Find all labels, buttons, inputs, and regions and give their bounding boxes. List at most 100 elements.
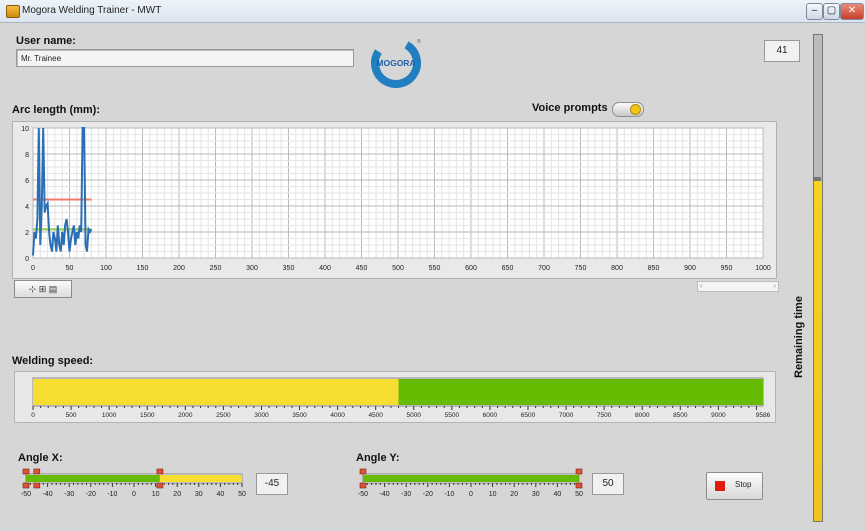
x-tick-label: 100 — [100, 265, 112, 272]
angle-x-label: Angle X: — [18, 452, 63, 464]
y-tick-label: 4 — [25, 204, 29, 211]
scroll-left-arrow[interactable]: ‹ — [700, 282, 702, 291]
speed-tick-label: 1500 — [140, 412, 155, 419]
speed-tick-label: 5000 — [407, 412, 422, 419]
angle-tick-label: 50 — [238, 491, 246, 498]
remaining-time-label-wrap: Remaining time — [792, 272, 806, 402]
angle-tick-label: -10 — [107, 491, 117, 498]
y-tick-label: 8 — [25, 152, 29, 159]
angle-y-label: Angle Y: — [356, 452, 400, 464]
y-tick-label: 10 — [21, 126, 29, 133]
x-tick-label: 550 — [429, 265, 441, 272]
speed-segment — [33, 379, 399, 405]
angle-tick-label: -40 — [380, 491, 390, 498]
angle-tick-label: -40 — [43, 491, 53, 498]
app-icon — [6, 5, 20, 18]
voice-prompts-label: Voice prompts — [532, 102, 608, 114]
angle-tick-label: -10 — [444, 491, 454, 498]
angle-marker — [359, 482, 367, 489]
angle-x-value: -45 — [256, 473, 288, 495]
angle-marker — [156, 468, 164, 475]
angle-marker — [359, 468, 367, 475]
maximize-button[interactable]: ▢ — [823, 3, 840, 20]
close-button[interactable]: ✕ — [840, 3, 864, 20]
angle-tick-label: -50 — [21, 491, 31, 498]
x-tick-label: 200 — [173, 265, 185, 272]
voice-prompts-toggle[interactable] — [612, 102, 644, 117]
welding-speed-label: Welding speed: — [12, 355, 94, 367]
speed-tick-label: 4500 — [368, 412, 383, 419]
x-tick-label: 800 — [611, 265, 623, 272]
speed-tick-label: 1000 — [102, 412, 117, 419]
x-tick-label: 300 — [246, 265, 258, 272]
angle-tick-label: -20 — [423, 491, 433, 498]
speed-tick-label: 7500 — [597, 412, 612, 419]
x-tick-label: 350 — [283, 265, 295, 272]
remaining-time-handle — [813, 176, 821, 181]
speed-tick-label: 8000 — [635, 412, 650, 419]
angle-marker — [575, 482, 583, 489]
speed-tick-label: 3500 — [292, 412, 307, 419]
x-tick-label: 950 — [721, 265, 733, 272]
speed-segment — [398, 379, 763, 405]
graph-palette-button[interactable]: ⊹ ⊞ ▤ — [14, 280, 72, 298]
x-tick-label: 50 — [66, 265, 74, 272]
user-name-field[interactable]: Mr. Trainee — [16, 49, 354, 67]
y-tick-label: 6 — [25, 178, 29, 185]
angle-segment — [26, 475, 160, 482]
angle-marker — [22, 482, 30, 489]
x-tick-label: 1000 — [755, 265, 771, 272]
speed-tick-label: 3000 — [254, 412, 269, 419]
speed-tick-label: 4000 — [330, 412, 345, 419]
mogora-logo: MOGORA ® — [370, 36, 422, 88]
remaining-time-fill — [814, 180, 822, 521]
angle-tick-label: -30 — [64, 491, 74, 498]
angle-marker — [575, 468, 583, 475]
angle-marker — [33, 468, 41, 475]
x-tick-label: 750 — [575, 265, 587, 272]
speed-tick-label: 5500 — [445, 412, 460, 419]
angle-tick-label: 50 — [575, 491, 583, 498]
speed-tick-label: 7000 — [559, 412, 574, 419]
welding-speed-bar: 0 500 1000 1500 2000 2500 3000 3500 4000 4500 5000… — [31, 377, 771, 419]
counter-indicator: 41 — [764, 40, 800, 62]
chart-scrollbar[interactable]: ‹ › — [697, 281, 779, 292]
x-tick-label: 850 — [648, 265, 660, 272]
title-bar: Mogora Welding Trainer - MWT – ▢ ✕ — [0, 0, 865, 23]
angle-tick-label: 30 — [532, 491, 540, 498]
angle-x-slider[interactable]: -50 -40 -30 -20 -10 0 10 20 30 40 50 — [18, 465, 254, 501]
remaining-time-label: Remaining time — [793, 296, 805, 378]
angle-tick-label: 40 — [554, 491, 562, 498]
speed-tick-label: 2000 — [178, 412, 193, 419]
x-tick-label: 150 — [137, 265, 149, 272]
y-tick-label: 2 — [25, 230, 29, 237]
angle-y-value: 50 — [592, 473, 624, 495]
angle-segment — [363, 475, 579, 482]
speed-tick-label: 9000 — [711, 412, 726, 419]
x-tick-label: 450 — [356, 265, 368, 272]
angle-tick-label: -50 — [358, 491, 368, 498]
minimize-button[interactable]: – — [806, 3, 823, 20]
speed-tick-label: 8500 — [673, 412, 688, 419]
angle-tick-label: 10 — [489, 491, 497, 498]
speed-tick-label: 6000 — [483, 412, 498, 419]
angle-marker — [156, 482, 164, 489]
speed-tick-label: 2500 — [216, 412, 231, 419]
angle-tick-label: 20 — [173, 491, 181, 498]
speed-tick-label: 6500 — [521, 412, 536, 419]
svg-text:®: ® — [417, 38, 421, 45]
angle-tick-label: -30 — [401, 491, 411, 498]
window-title: Mogora Welding Trainer - MWT — [22, 5, 162, 16]
scroll-right-arrow[interactable]: › — [774, 282, 776, 291]
logo-text: MOGORA — [376, 58, 415, 68]
x-tick-label: 0 — [31, 265, 35, 272]
arc-length-plot: 0 50 100 150 200 250 300 350 400 450 500 550 600 650 7… — [21, 126, 771, 272]
stop-button[interactable]: Stop — [706, 472, 763, 500]
x-tick-label: 600 — [465, 265, 477, 272]
angle-tick-label: 0 — [469, 491, 473, 498]
x-tick-label: 650 — [502, 265, 514, 272]
angle-y-slider[interactable]: -50 -40 -30 -20 -10 0 10 20 30 40 50 — [355, 465, 591, 501]
x-tick-label: 400 — [319, 265, 331, 272]
toggle-knob — [630, 104, 641, 115]
user-name-label: User name: — [16, 35, 76, 47]
